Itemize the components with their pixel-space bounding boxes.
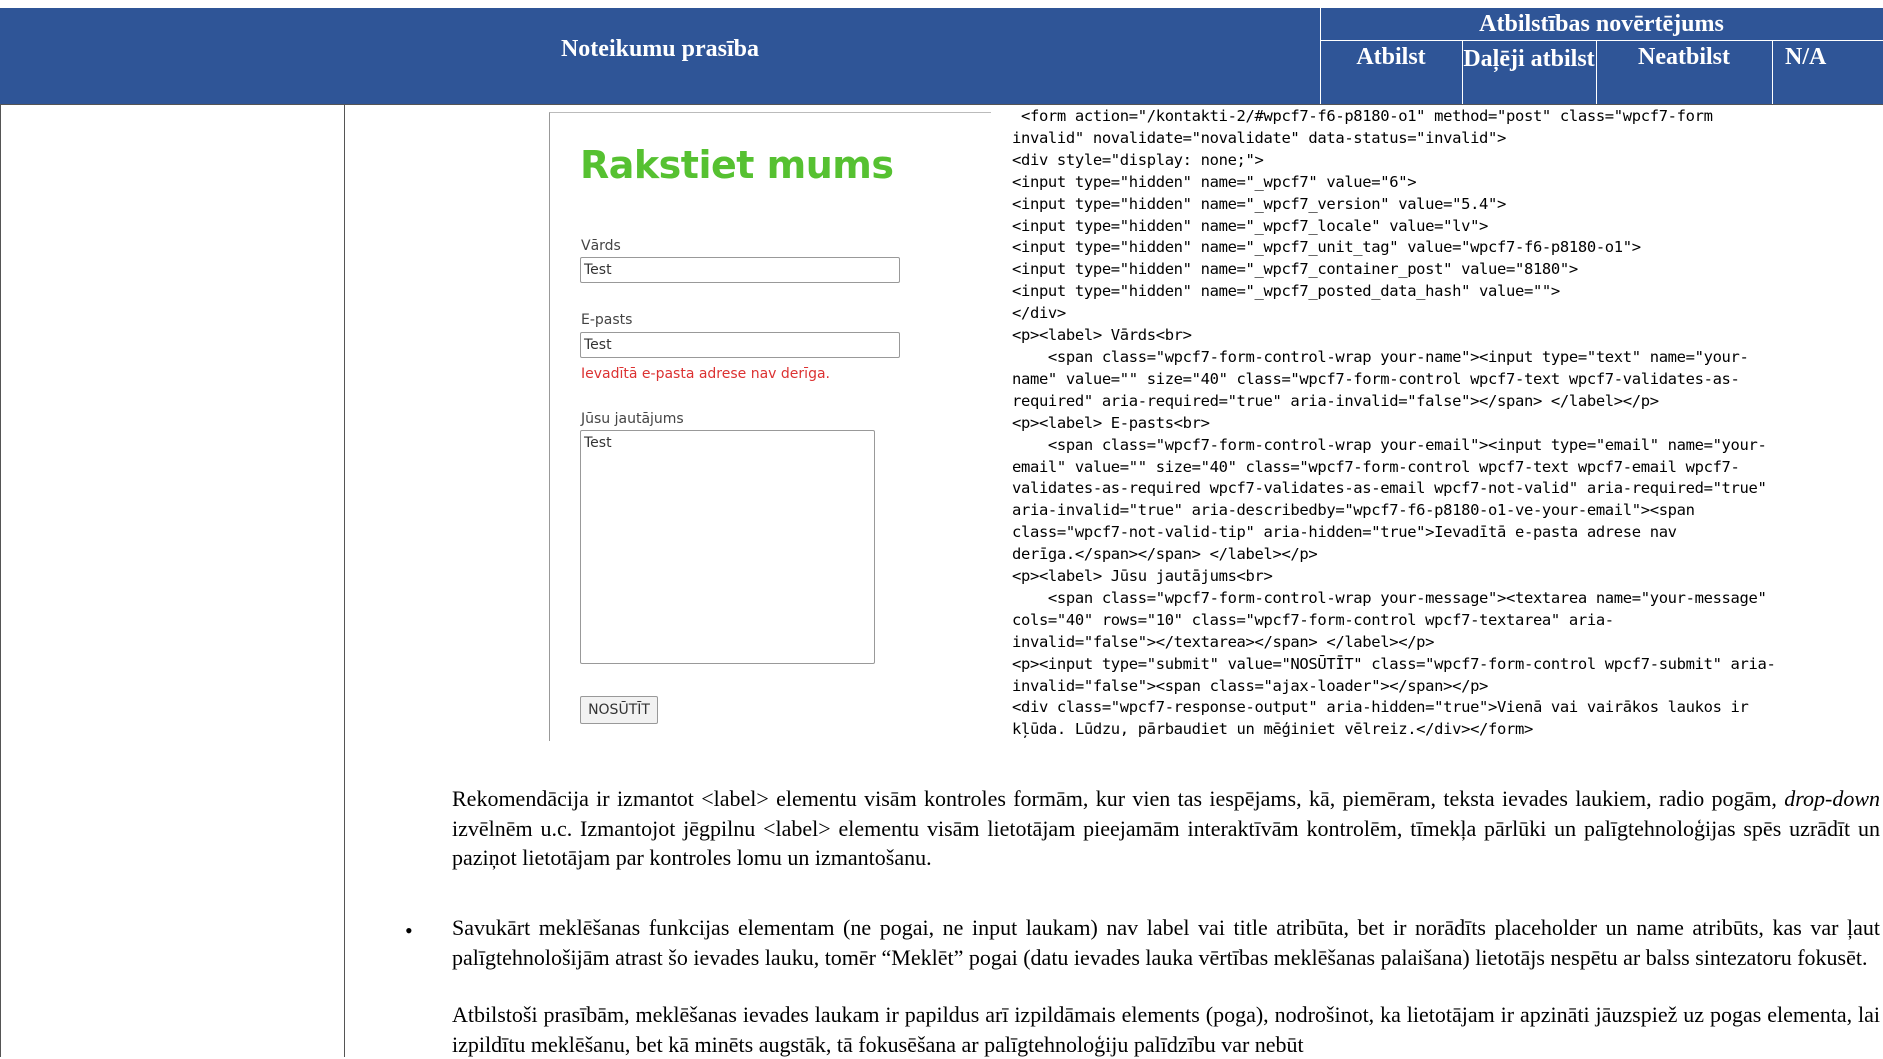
requirement-header: Noteikumu prasība: [560, 36, 760, 62]
code-line: <input type="hidden" name="_wpcf7_unit_t…: [1012, 238, 1641, 257]
question-label: Jūsu jautājums: [581, 411, 684, 427]
email-error-message: Ievadītā e-pasta adrese nav derīga.: [581, 366, 830, 382]
code-line: <span class="wpcf7-form-control-wrap you…: [1012, 588, 1767, 607]
header-divider: [1320, 8, 1321, 104]
code-line: <p><label> Vārds<br>: [1012, 326, 1192, 345]
code-line: email" value="" size="40" class="wpcf7-f…: [1012, 457, 1740, 476]
code-line: <input type="hidden" name="_wpcf7_contai…: [1012, 260, 1578, 279]
header-divider: [1462, 40, 1463, 104]
code-line: <input type="hidden" name="_wpcf7" value…: [1012, 172, 1417, 191]
code-line: <span class="wpcf7-form-control-wrap you…: [1012, 347, 1749, 366]
code-line: cols="40" rows="10" class="wpcf7-form-co…: [1012, 610, 1614, 629]
email-field[interactable]: Test: [580, 332, 900, 358]
code-line: invalid="false"><span class="ajax-loader…: [1012, 676, 1489, 695]
compliance-paragraph: Atbilstoši prasībām, meklēšanas ievades …: [452, 1002, 1880, 1057]
code-line: invalid" novalidate="novalidate" data-st…: [1012, 128, 1506, 147]
form-screenshot: Rakstiet mums Vārds Test E-pasts Test Ie…: [549, 112, 991, 741]
code-line: <div style="display: none;">: [1012, 150, 1264, 169]
code-line: <input type="hidden" name="_wpcf7_versio…: [1012, 194, 1506, 213]
code-line: aria-invalid="true" aria-describedby="wp…: [1012, 501, 1695, 520]
recommendation-paragraph: Rekomendācija ir izmantot <label> elemen…: [452, 784, 1880, 873]
submit-button[interactable]: NOSŪTĪT: [580, 696, 658, 724]
column-header-daleji-atbilst: Daļēji atbilst: [1463, 46, 1595, 72]
bullet-icon: •: [405, 918, 413, 943]
column-header-na: N/A: [1785, 44, 1827, 70]
code-line: kļūda. Lūdzu, pārbaudiet un mēģiniet vēl…: [1012, 720, 1533, 739]
email-label: E-pasts: [581, 312, 633, 328]
code-line: <p><label> E-pasts<br>: [1012, 413, 1210, 432]
code-line: <div class="wpcf7-response-output" aria-…: [1012, 698, 1749, 717]
code-line: class="wpcf7-not-valid-tip" aria-hidden=…: [1012, 523, 1677, 542]
table-border: [0, 104, 1, 1057]
table-border: [0, 104, 1883, 105]
column-header-neatbilst: Neatbilst: [1638, 44, 1730, 70]
paragraph-text: izvēlnēm u.c. Izmantojot jēgpilnu <label…: [452, 815, 1880, 871]
code-line: <p><label> Jūsu jautājums<br>: [1012, 567, 1273, 586]
search-paragraph: Savukārt meklēšanas funkcijas elementam …: [452, 915, 1880, 970]
code-line: validates-as-required wpcf7-validates-as…: [1012, 479, 1767, 498]
question-textarea[interactable]: Test: [580, 430, 875, 664]
code-line: <form action="/kontakti-2/#wpcf7-f6-p818…: [1012, 107, 1713, 125]
name-field[interactable]: Test: [580, 257, 900, 283]
form-heading: Rakstiet mums: [580, 143, 894, 187]
html-code-listing: <form action="/kontakti-2/#wpcf7-f6-p818…: [1012, 106, 1882, 741]
name-label: Vārds: [581, 238, 621, 254]
code-line: <span class="wpcf7-form-control-wrap you…: [1012, 435, 1767, 454]
code-line: <input type="hidden" name="_wpcf7_locale…: [1012, 216, 1489, 235]
header-divider: [1772, 40, 1773, 104]
italic-term: drop-down: [1784, 786, 1880, 811]
paragraph-text: Rekomendācija ir izmantot <label> elemen…: [452, 786, 1785, 811]
table-border: [344, 104, 345, 1057]
code-line: <input type="hidden" name="_wpcf7_posted…: [1012, 282, 1560, 301]
code-line: name" value="" size="40" class="wpcf7-fo…: [1012, 369, 1740, 388]
header-divider: [1596, 40, 1597, 104]
assessment-header: Atbilstības novērtējums: [1479, 11, 1724, 37]
header-divider: [1320, 40, 1883, 41]
code-line: derīga.</span></span> </label></p>: [1012, 545, 1318, 564]
code-line: <p><input type="submit" value="NOSŪTĪT" …: [1012, 654, 1776, 673]
code-line: invalid="false"></textarea></span> </lab…: [1012, 632, 1435, 651]
code-line: required" aria-required="true" aria-inva…: [1012, 391, 1659, 410]
column-header-atbilst: Atbilst: [1356, 44, 1426, 70]
code-line: </div>: [1012, 304, 1066, 323]
table-header: Noteikumu prasība Atbilstības novērtējum…: [0, 8, 1883, 104]
